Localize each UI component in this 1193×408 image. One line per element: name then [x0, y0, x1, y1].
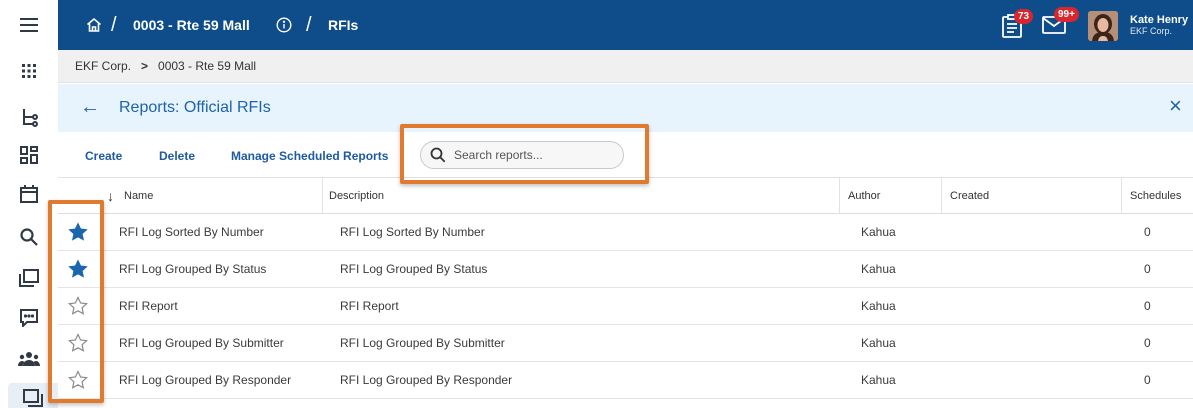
apps-grid-icon[interactable] [14, 56, 44, 86]
top-bar: / 0003 - Rte 59 Mall / RFIs 73 99+ Kate … [58, 0, 1193, 50]
chat-icon[interactable] [14, 303, 44, 333]
hierarchy-icon[interactable] [14, 103, 44, 133]
star-outline-icon[interactable] [68, 296, 88, 316]
column-divider [941, 178, 942, 214]
dashboard-icon[interactable] [14, 140, 44, 170]
user-org: EKF Corp. [1130, 26, 1173, 36]
report-schedules: 0 [1144, 299, 1151, 313]
documents-icon[interactable] [14, 263, 44, 293]
table-row[interactable]: RFI Log Sorted By Number RFI Log Sorted … [58, 214, 1193, 251]
people-icon[interactable] [14, 344, 44, 374]
info-icon[interactable] [276, 17, 292, 38]
report-schedules: 0 [1144, 336, 1151, 350]
report-description: RFI Log Grouped By Responder [340, 373, 513, 387]
table-header: ↓ Name Description Author Created Schedu… [58, 177, 1193, 214]
menu-icon[interactable] [14, 10, 44, 40]
manage-scheduled-reports-button[interactable]: Manage Scheduled Reports [231, 149, 388, 163]
report-name[interactable]: RFI Log Grouped By Status [119, 251, 266, 288]
column-header-created[interactable]: Created [950, 178, 989, 214]
home-icon[interactable] [86, 17, 102, 38]
report-schedules: 0 [1144, 373, 1151, 387]
table-row[interactable]: RFI Report RFI Report Kahua 0 [58, 288, 1193, 325]
star-outline-icon[interactable] [68, 333, 88, 353]
report-schedules: 0 [1144, 225, 1151, 239]
breadcrumb-project[interactable]: 0003 - Rte 59 Mall [158, 59, 256, 73]
breadcrumb-separator: / [306, 13, 312, 36]
app-root: / 0003 - Rte 59 Mall / RFIs 73 99+ Kate … [0, 0, 1193, 408]
search-input[interactable] [454, 146, 614, 164]
table-row[interactable]: RFI Log Grouped By Submitter RFI Log Gro… [58, 325, 1193, 362]
column-divider [322, 178, 323, 214]
column-divider [1121, 178, 1122, 214]
back-arrow-icon[interactable]: ← [80, 96, 100, 119]
chevron-right-icon: > [141, 59, 149, 73]
report-description: RFI Log Grouped By Status [340, 262, 488, 276]
module-link[interactable]: RFIs [328, 0, 358, 50]
report-schedules: 0 [1144, 262, 1151, 276]
column-header-author[interactable]: Author [848, 178, 880, 214]
breadcrumb: EKF Corp. > 0003 - Rte 59 Mall [58, 50, 1193, 83]
report-description: RFI Log Grouped By Submitter [340, 336, 505, 350]
calendar-icon[interactable] [14, 179, 44, 209]
report-author: Kahua [861, 336, 896, 350]
page-title: Reports: Official RFIs [119, 99, 271, 116]
left-rail [0, 0, 58, 408]
reports-icon[interactable] [8, 383, 58, 408]
project-link[interactable]: 0003 - Rte 59 Mall [133, 0, 250, 50]
report-author: Kahua [861, 262, 896, 276]
column-header-description[interactable]: Description [329, 178, 384, 214]
table-row[interactable]: RFI Log Grouped By Status RFI Log Groupe… [58, 251, 1193, 288]
reports-header: ← Reports: Official RFIs × [58, 84, 1193, 132]
report-author: Kahua [861, 225, 896, 239]
column-header-name[interactable]: Name [124, 178, 153, 214]
report-name[interactable]: RFI Log Grouped By Responder [119, 362, 291, 399]
create-button[interactable]: Create [85, 149, 122, 163]
search-box[interactable] [420, 141, 624, 169]
close-icon[interactable]: × [1169, 95, 1182, 117]
report-author: Kahua [861, 373, 896, 387]
report-description: RFI Report [340, 299, 399, 313]
tasks-count-badge: 73 [1014, 9, 1034, 24]
table-row[interactable]: RFI Log Grouped By Responder RFI Log Gro… [58, 362, 1193, 399]
report-name[interactable]: RFI Log Grouped By Submitter [119, 325, 284, 362]
star-outline-icon[interactable] [68, 370, 88, 390]
breadcrumb-org[interactable]: EKF Corp. [75, 59, 131, 73]
search-icon [430, 147, 446, 163]
avatar[interactable] [1088, 11, 1118, 41]
column-divider [839, 178, 840, 214]
search-icon[interactable] [14, 222, 44, 252]
breadcrumb-separator: / [111, 13, 117, 36]
delete-button[interactable]: Delete [159, 149, 195, 163]
report-name[interactable]: RFI Report [119, 288, 178, 325]
star-filled-icon[interactable] [68, 222, 88, 242]
star-filled-icon[interactable] [68, 259, 88, 279]
report-name[interactable]: RFI Log Sorted By Number [119, 214, 264, 251]
user-name[interactable]: Kate Henry [1130, 14, 1188, 26]
report-description: RFI Log Sorted By Number [340, 225, 485, 239]
report-author: Kahua [861, 299, 896, 313]
messages-count-badge: 99+ [1054, 7, 1079, 22]
sort-desc-icon[interactable]: ↓ [107, 178, 114, 214]
column-header-schedules[interactable]: Schedules [1130, 178, 1181, 214]
